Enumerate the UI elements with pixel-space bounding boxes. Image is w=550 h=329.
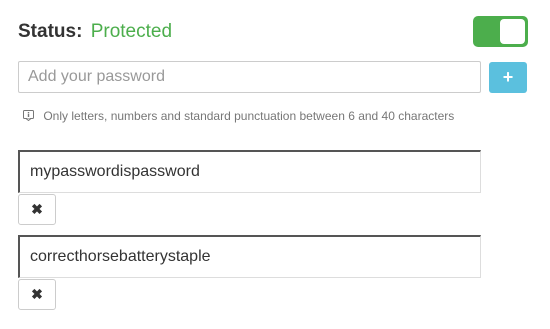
info-icon	[23, 110, 34, 121]
hint-text: Only letters, numbers and standard punct…	[43, 109, 455, 123]
close-icon: ✖	[31, 201, 43, 217]
password-protection-panel: Status: Protected + Only letters, number…	[0, 0, 550, 329]
toggle-knob[interactable]	[500, 19, 525, 44]
status-row: Status: Protected	[18, 19, 172, 45]
password-item[interactable]: mypasswordispassword	[18, 150, 481, 193]
password-value: correcthorsebatterystaple	[30, 248, 211, 265]
add-password-button[interactable]: +	[489, 62, 527, 93]
status-label: Status:	[18, 21, 83, 42]
add-password-input[interactable]	[18, 61, 481, 93]
plus-icon: +	[502, 67, 514, 87]
status-value: Protected	[90, 21, 173, 42]
close-icon: ✖	[31, 286, 43, 302]
password-hint: Only letters, numbers and standard punct…	[23, 108, 454, 124]
password-value: mypasswordispassword	[30, 163, 200, 180]
remove-password-button[interactable]: ✖	[18, 194, 56, 225]
protection-toggle[interactable]	[473, 16, 528, 47]
password-item[interactable]: correcthorsebatterystaple	[18, 235, 481, 278]
remove-password-button[interactable]: ✖	[18, 279, 56, 310]
